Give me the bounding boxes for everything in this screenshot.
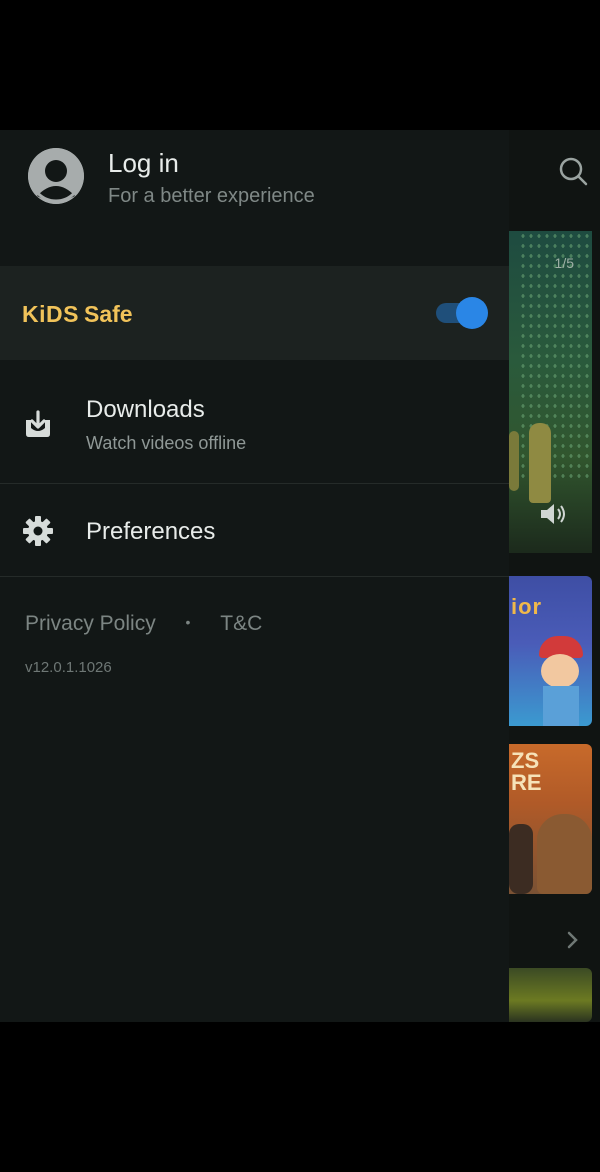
see-more-button[interactable] <box>560 928 584 952</box>
banner-figure <box>529 423 551 503</box>
search-icon <box>559 157 588 186</box>
kids-safe-label: Safe <box>84 301 133 327</box>
toggle-knob <box>456 297 488 329</box>
navigation-drawer: Log in For a better experience KiDS Safe… <box>0 130 509 1022</box>
search-button[interactable] <box>556 154 590 188</box>
privacy-policy-link[interactable]: Privacy Policy <box>25 612 156 636</box>
download-icon <box>22 408 54 440</box>
volume-icon <box>541 504 565 524</box>
footer-links: Privacy Policy • T&C <box>25 612 262 636</box>
thumbnail-title: ior <box>511 594 543 619</box>
kids-logo: KiDS <box>22 301 79 327</box>
login-title: Log in <box>108 148 179 178</box>
video-thumbnail[interactable]: ior <box>509 576 592 726</box>
login-subtitle: For a better experience <box>108 185 315 207</box>
kids-safe-row[interactable]: KiDS Safe <box>0 266 509 360</box>
thumbnail-artwork <box>509 824 533 894</box>
terms-link[interactable]: T&C <box>220 612 262 636</box>
video-thumbnail[interactable] <box>509 968 592 1022</box>
volume-button[interactable] <box>539 501 569 527</box>
menu-item-downloads[interactable]: Downloads Watch videos offline <box>0 360 509 484</box>
thumbnail-artwork <box>541 654 579 688</box>
gear-icon <box>22 515 54 547</box>
thumbnail-artwork <box>543 686 579 726</box>
user-avatar-icon <box>28 148 84 204</box>
banner-page-counter: 1/5 <box>554 255 574 271</box>
video-thumbnail[interactable]: ZS RE <box>509 744 592 894</box>
menu-item-label: Downloads <box>86 396 205 423</box>
menu-item-label: Preferences <box>86 518 216 545</box>
menu-item-preferences[interactable]: Preferences <box>0 485 509 577</box>
app-version: v12.0.1.1026 <box>25 659 112 676</box>
footer-separator: • <box>185 614 191 630</box>
featured-banner[interactable]: 1/5 <box>509 231 592 553</box>
thumbnail-title: ZS RE <box>511 748 542 795</box>
login-row[interactable]: Log in For a better experience <box>0 130 509 266</box>
menu-item-sublabel: Watch videos offline <box>86 433 247 453</box>
banner-figure <box>509 431 519 491</box>
chevron-right-icon <box>567 931 578 949</box>
thumbnail-artwork <box>537 814 592 894</box>
